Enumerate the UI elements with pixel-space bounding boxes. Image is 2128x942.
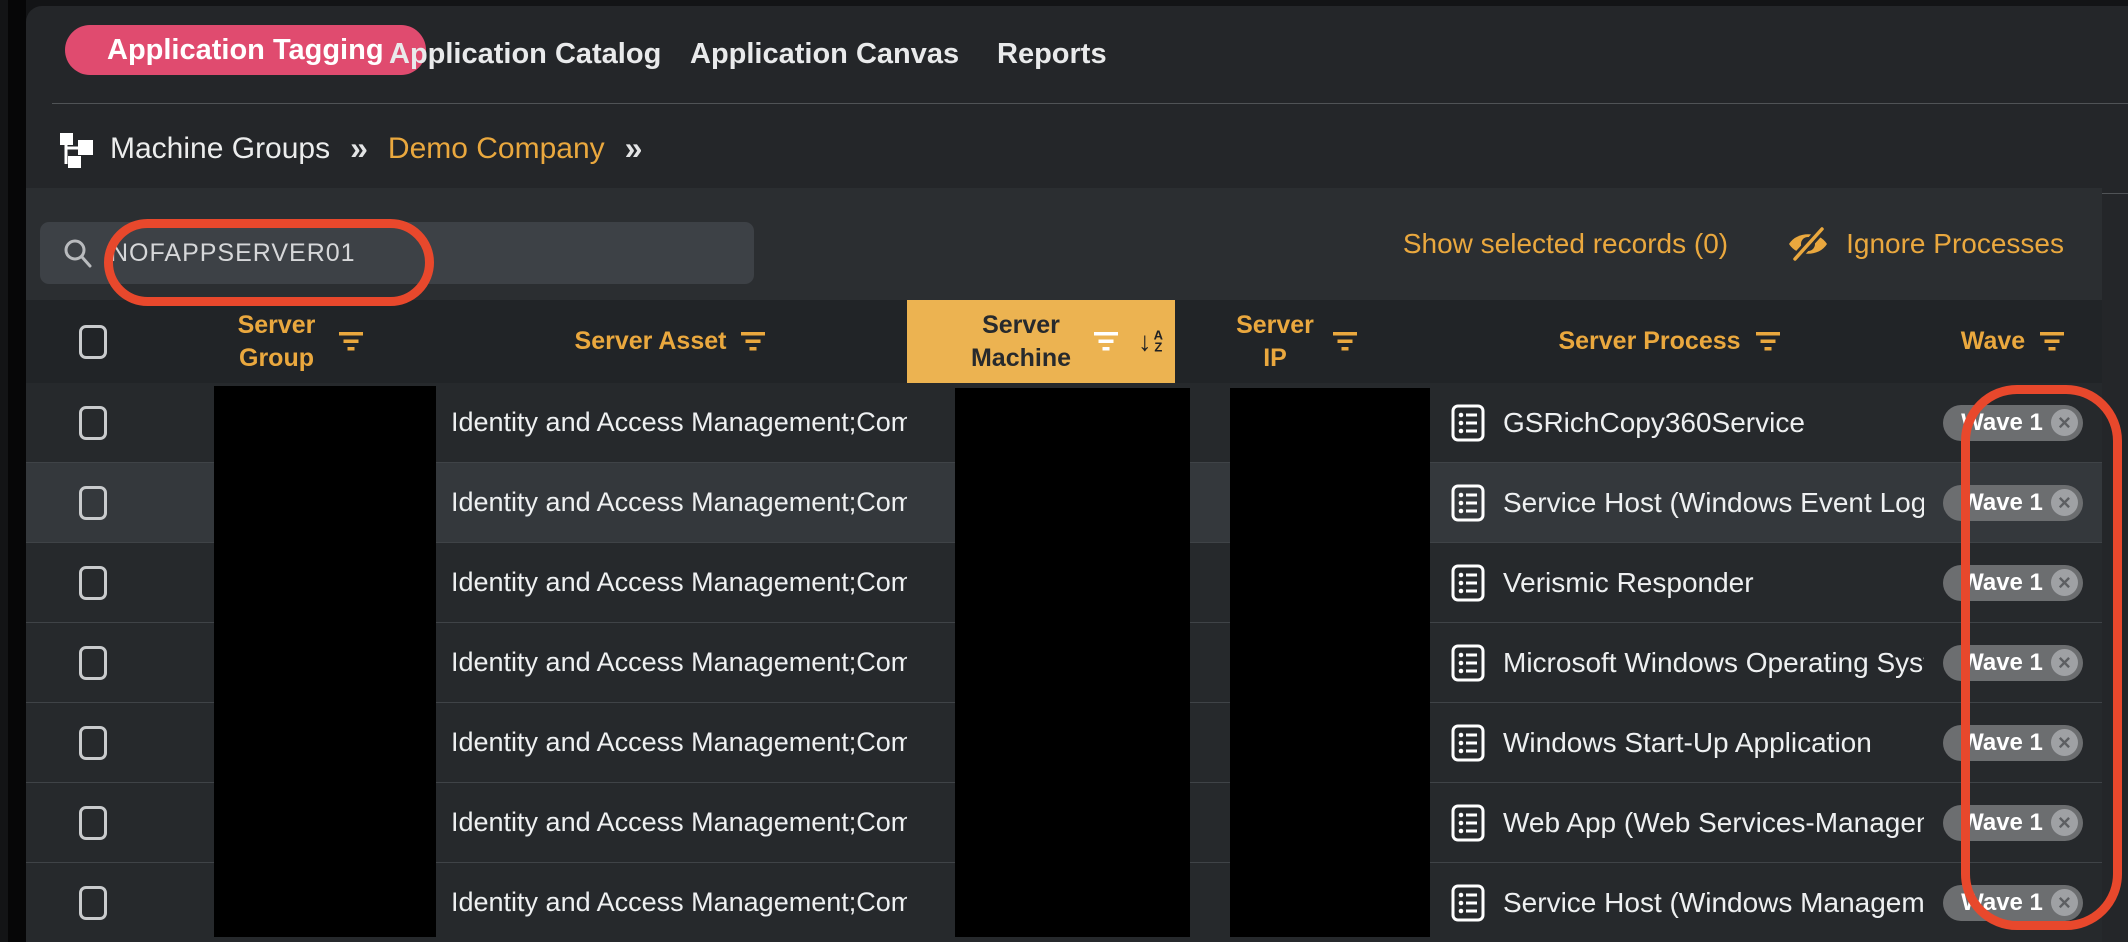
row-checkbox[interactable] bbox=[79, 566, 107, 600]
server-process-cell: Microsoft Windows Operating System bbox=[1415, 644, 1924, 682]
top-nav: Application Tagging Application Catalog … bbox=[26, 6, 2128, 103]
process-name: Windows Start-Up Application bbox=[1503, 727, 1872, 759]
server-process-cell: Web App (Web Services-Management) bbox=[1415, 804, 1924, 842]
server-asset-cell: Identity and Access Management;Com... bbox=[434, 647, 907, 678]
server-process-cell: Windows Start-Up Application bbox=[1415, 724, 1924, 762]
breadcrumb-demo-company[interactable]: Demo Company bbox=[388, 132, 605, 166]
list-icon bbox=[1451, 724, 1485, 762]
header-server-ip[interactable]: Server IP bbox=[1175, 300, 1415, 383]
row-checkbox[interactable] bbox=[79, 806, 107, 840]
search-icon bbox=[62, 237, 94, 269]
sort-alpha-down-icon[interactable]: ↓ AZ bbox=[1138, 328, 1163, 355]
chevron-right-icon: » bbox=[350, 130, 368, 167]
list-icon bbox=[1451, 804, 1485, 842]
header-server-process[interactable]: Server Process bbox=[1415, 300, 1924, 383]
breadcrumb-machine-groups[interactable]: Machine Groups bbox=[110, 132, 330, 166]
toolbar-actions: Show selected records (0) Ignore Process… bbox=[1403, 188, 2064, 300]
nav-divider bbox=[52, 103, 2128, 104]
table-header: Server Group Server Asset Server Machine bbox=[26, 300, 2102, 383]
list-icon bbox=[1451, 484, 1485, 522]
filter-icon[interactable] bbox=[740, 332, 766, 351]
process-name: Microsoft Windows Operating System bbox=[1503, 647, 1924, 679]
chevron-right-icon: » bbox=[625, 130, 643, 167]
annotation-search-highlight bbox=[104, 219, 434, 306]
server-process-cell: GSRichCopy360Service bbox=[1415, 404, 1924, 442]
header-server-group[interactable]: Server Group bbox=[159, 300, 434, 383]
redaction-server-ip bbox=[1230, 388, 1430, 937]
filter-icon[interactable] bbox=[1755, 332, 1781, 351]
server-process-cell: Service Host (Windows Management In bbox=[1415, 884, 1924, 922]
row-checkbox[interactable] bbox=[79, 646, 107, 680]
header-label: Server Process bbox=[1558, 325, 1740, 358]
tab-application-canvas[interactable]: Application Canvas bbox=[690, 6, 959, 103]
eye-off-icon bbox=[1784, 220, 1832, 268]
filter-icon[interactable] bbox=[2039, 332, 2065, 351]
app-window: Application Tagging Application Catalog … bbox=[0, 0, 2128, 942]
list-icon bbox=[1451, 564, 1485, 602]
list-icon bbox=[1451, 404, 1485, 442]
tab-reports[interactable]: Reports bbox=[997, 6, 1107, 103]
tab-application-tagging[interactable]: Application Tagging bbox=[65, 25, 426, 75]
process-name: Service Host (Windows Management In bbox=[1503, 887, 1924, 919]
redaction-server-group bbox=[214, 386, 436, 937]
row-checkbox[interactable] bbox=[79, 886, 107, 920]
sitemap-icon bbox=[58, 128, 98, 170]
server-asset-cell: Identity and Access Management;Com... bbox=[434, 487, 907, 518]
row-checkbox[interactable] bbox=[79, 726, 107, 760]
header-label: Server Group bbox=[229, 309, 324, 374]
row-checkbox[interactable] bbox=[79, 406, 107, 440]
server-process-cell: Service Host (Windows Event Log) bbox=[1415, 484, 1924, 522]
header-label: Server IP bbox=[1233, 309, 1318, 374]
header-wave[interactable]: Wave bbox=[1924, 300, 2102, 383]
filter-icon[interactable] bbox=[1332, 332, 1358, 351]
process-name: Verismic Responder bbox=[1503, 567, 1754, 599]
window-edge bbox=[8, 0, 26, 942]
list-icon bbox=[1451, 644, 1485, 682]
tab-application-catalog[interactable]: Application Catalog bbox=[389, 6, 661, 103]
process-name: Web App (Web Services-Management) bbox=[1503, 807, 1924, 839]
server-asset-cell: Identity and Access Management;Com... bbox=[434, 567, 907, 598]
select-all-checkbox[interactable] bbox=[79, 325, 107, 359]
breadcrumb: Machine Groups » Demo Company » bbox=[26, 104, 2128, 193]
row-checkbox[interactable] bbox=[79, 486, 107, 520]
server-process-cell: Verismic Responder bbox=[1415, 564, 1924, 602]
header-label: Wave bbox=[1961, 325, 2025, 358]
header-label: Server Machine bbox=[964, 309, 1079, 374]
process-name: Service Host (Windows Event Log) bbox=[1503, 487, 1924, 519]
filter-icon[interactable] bbox=[338, 332, 364, 351]
ignore-processes-button[interactable]: Ignore Processes bbox=[1784, 220, 2064, 268]
show-selected-records-link[interactable]: Show selected records (0) bbox=[1403, 228, 1728, 260]
header-select-all bbox=[26, 300, 159, 383]
server-asset-cell: Identity and Access Management;Com... bbox=[434, 807, 907, 838]
annotation-wave-column-highlight bbox=[1961, 385, 2122, 930]
header-server-asset[interactable]: Server Asset bbox=[434, 300, 907, 383]
redaction-server-machine bbox=[955, 388, 1190, 937]
ignore-processes-label: Ignore Processes bbox=[1846, 228, 2064, 260]
header-label: Server Asset bbox=[575, 325, 727, 358]
process-name: GSRichCopy360Service bbox=[1503, 407, 1805, 439]
header-server-machine[interactable]: Server Machine ↓ AZ bbox=[907, 300, 1175, 383]
list-icon bbox=[1451, 884, 1485, 922]
server-asset-cell: Identity and Access Management;Com... bbox=[434, 727, 907, 758]
filter-icon[interactable] bbox=[1093, 332, 1119, 351]
server-asset-cell: Identity and Access Management;Com... bbox=[434, 407, 907, 438]
server-asset-cell: Identity and Access Management;Com... bbox=[434, 887, 907, 918]
